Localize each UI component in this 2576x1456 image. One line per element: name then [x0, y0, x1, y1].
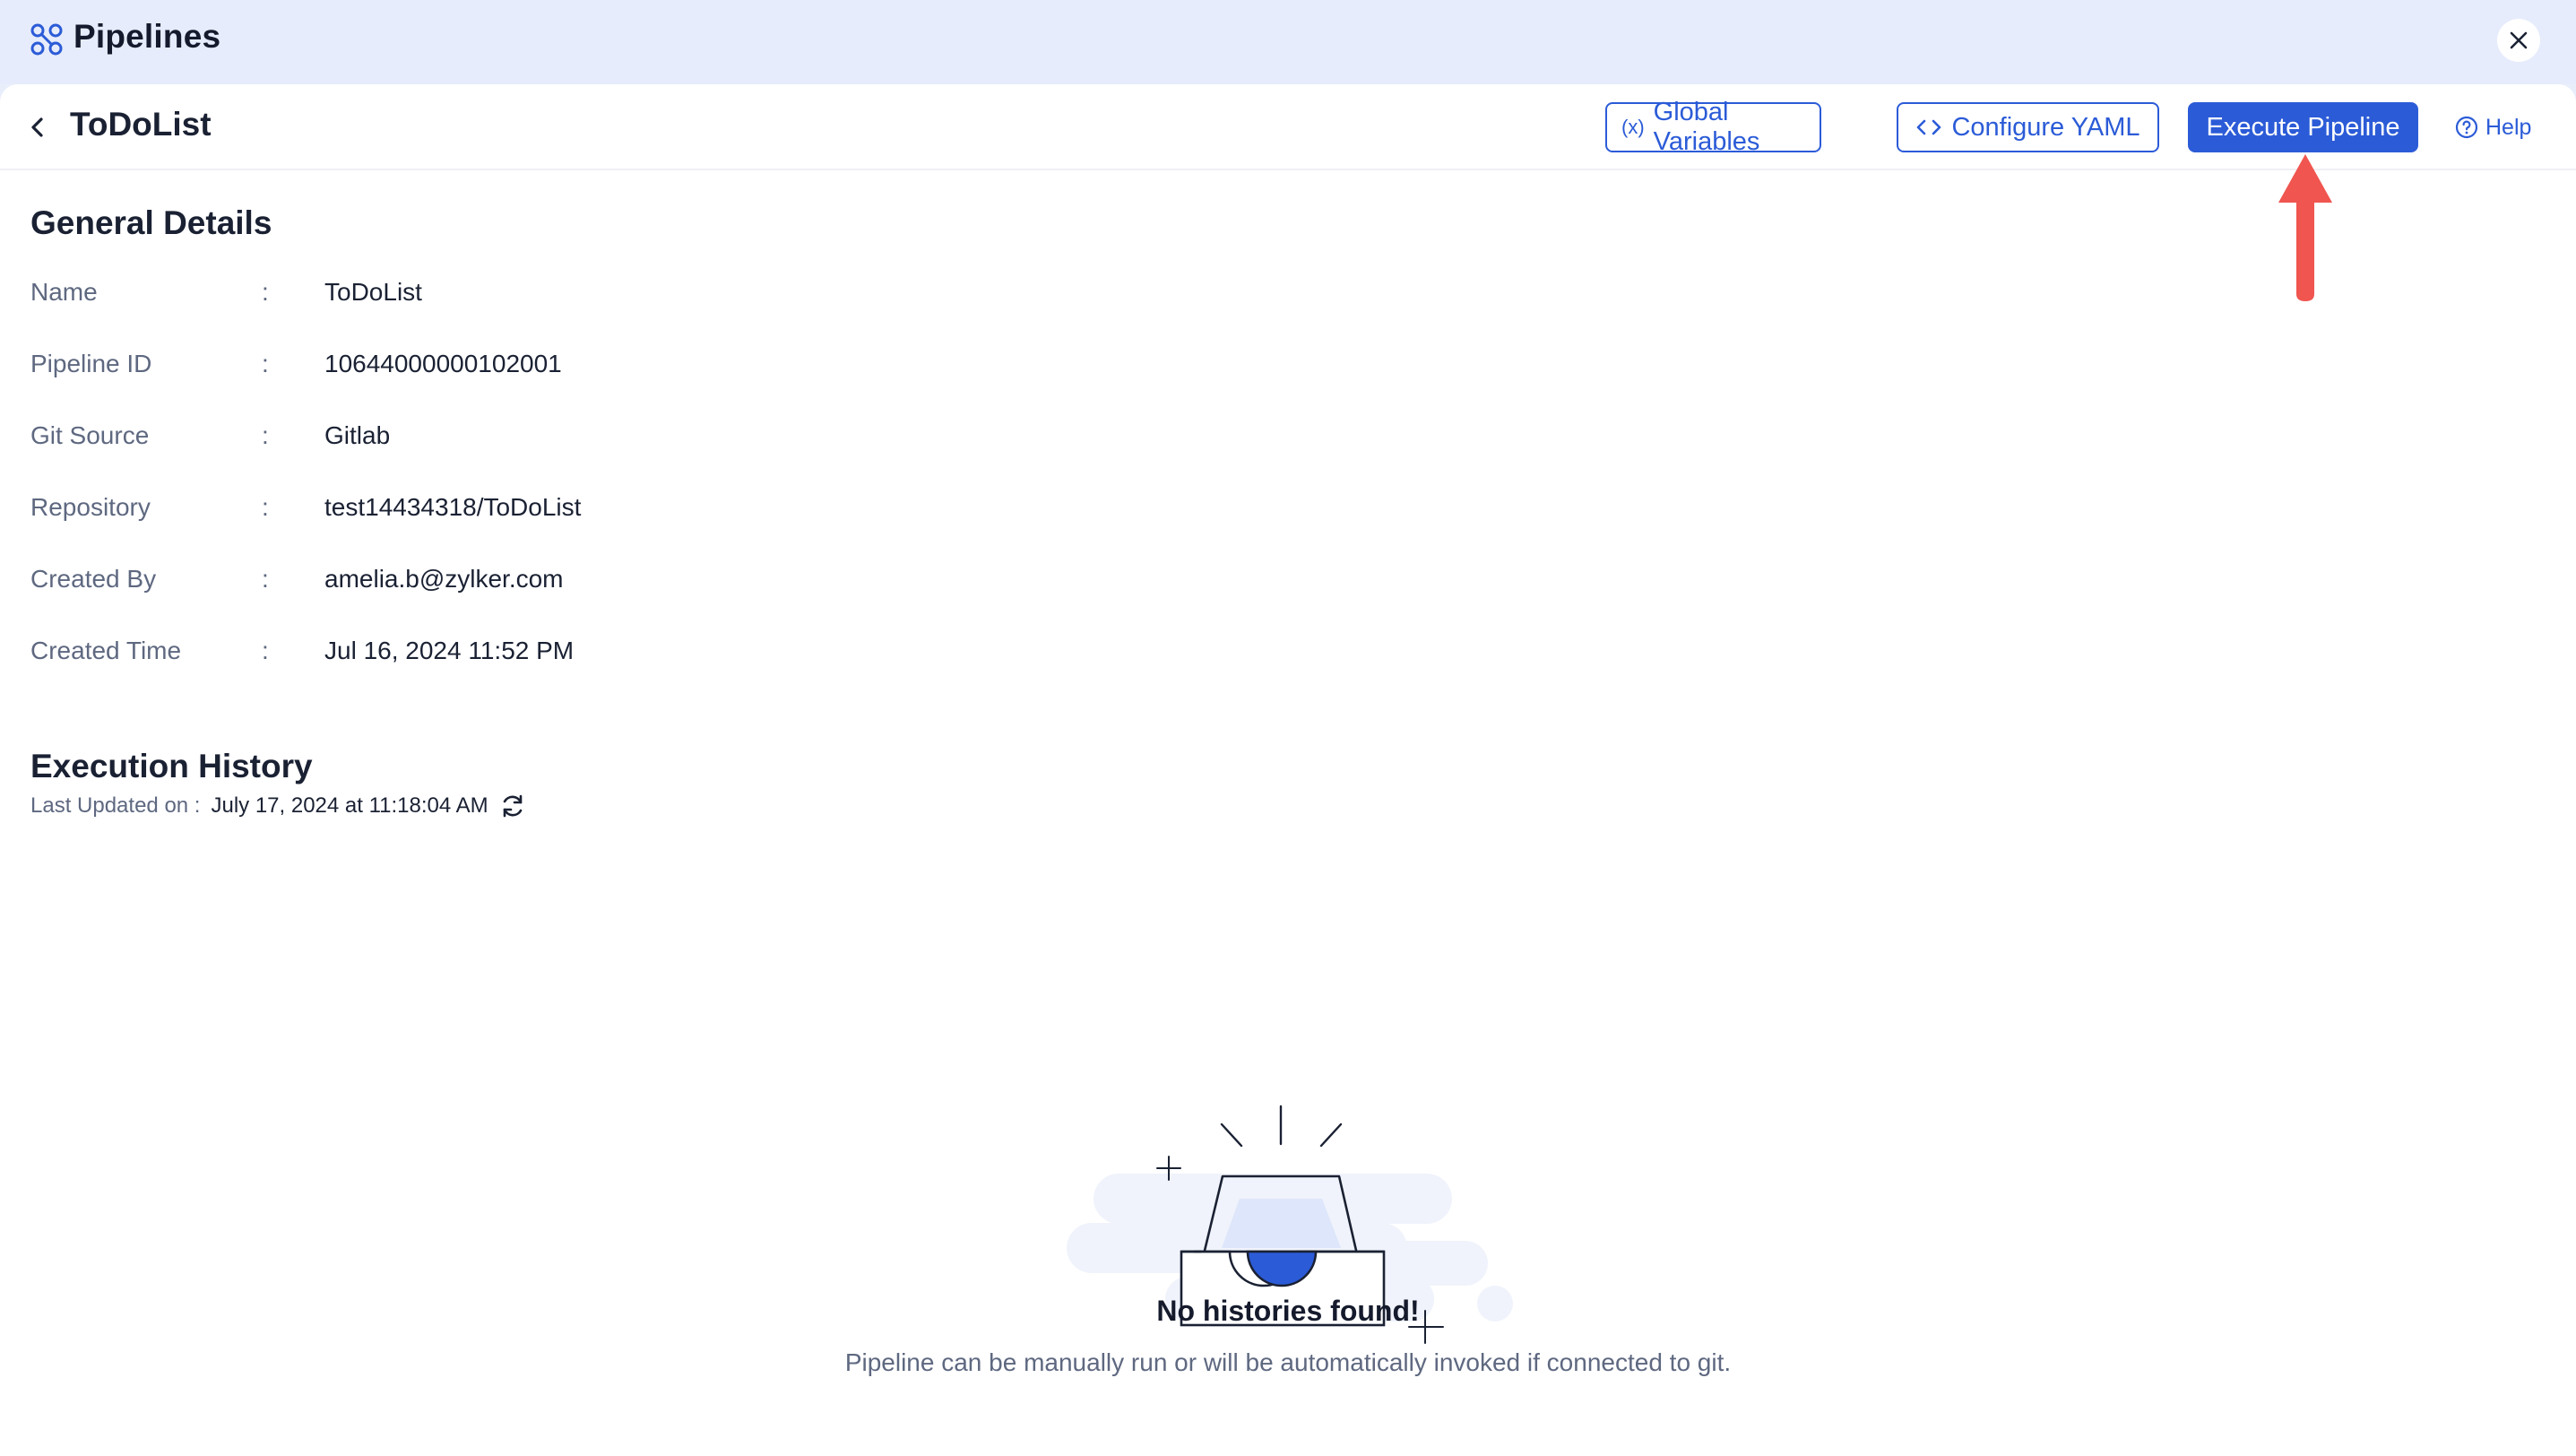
refresh-icon[interactable]: [499, 793, 526, 819]
global-variables-button[interactable]: (x) Global Variables: [1605, 98, 1821, 156]
detail-value: Gitlab: [324, 421, 391, 449]
execution-history-title: Execution History: [30, 748, 313, 784]
detail-colon: :: [262, 350, 269, 377]
detail-label: Name: [30, 278, 98, 306]
pipelines-icon: [30, 23, 63, 56]
close-button[interactable]: [2497, 19, 2540, 62]
help-label: Help: [2485, 114, 2532, 140]
detail-colon: :: [262, 278, 269, 306]
configure-yaml-button[interactable]: Configure YAML: [1897, 102, 2159, 152]
detail-colon: :: [262, 565, 269, 593]
empty-state-title: No histories found!: [1156, 1295, 1420, 1327]
detail-colon: :: [262, 637, 269, 664]
detail-value: ToDoList: [324, 278, 422, 306]
help-circle-icon: [2455, 116, 2478, 139]
general-details-title: General Details: [30, 204, 272, 241]
last-updated-label: Last Updated on :: [30, 793, 201, 818]
detail-row-created-by: Created By : amelia.b@zylker.com: [30, 565, 837, 601]
close-icon: [2510, 31, 2528, 49]
detail-label: Git Source: [30, 421, 150, 449]
page-title: ToDoList: [70, 106, 212, 143]
code-icon: [1917, 119, 1941, 135]
global-variables-label: Global Variables: [1653, 98, 1760, 156]
help-link[interactable]: Help: [2455, 111, 2531, 143]
detail-value: test14434318/ToDoList: [324, 493, 582, 521]
variable-icon: (x): [1621, 116, 1645, 138]
app-bar: Pipelines: [0, 0, 2576, 84]
detail-row-name: Name : ToDoList: [30, 278, 837, 314]
detail-label: Created By: [30, 565, 157, 593]
page-header: ToDoList (x) Global Variables Configure …: [0, 84, 2576, 170]
configure-yaml-label: Configure YAML: [1951, 112, 2140, 142]
detail-colon: :: [262, 421, 269, 449]
detail-value: amelia.b@zylker.com: [324, 565, 564, 593]
empty-state-subtitle: Pipeline can be manually run or will be …: [844, 1348, 1732, 1376]
detail-label: Repository: [30, 493, 151, 521]
annotation-arrow-icon: [2278, 154, 2332, 301]
last-updated-value: July 17, 2024 at 11:18:04 AM: [211, 793, 488, 818]
detail-row-created-time: Created Time : Jul 16, 2024 11:52 PM: [30, 637, 837, 672]
detail-row-pipeline-id: Pipeline ID : 10644000000102001: [30, 350, 837, 386]
main-panel: ToDoList (x) Global Variables Configure …: [0, 84, 2576, 1456]
detail-value: 10644000000102001: [324, 350, 562, 377]
detail-label: Pipeline ID: [30, 350, 152, 377]
detail-label: Created Time: [30, 637, 182, 664]
last-updated: Last Updated on : July 17, 2024 at 11:18…: [30, 793, 526, 819]
detail-row-git-source: Git Source : Gitlab: [30, 421, 837, 457]
chevron-left-icon[interactable]: [25, 115, 50, 140]
app-title: Pipelines: [73, 18, 221, 55]
execute-pipeline-button[interactable]: Execute Pipeline: [2188, 102, 2418, 152]
detail-colon: :: [262, 493, 269, 521]
detail-row-repository: Repository : test14434318/ToDoList: [30, 493, 837, 529]
detail-value: Jul 16, 2024 11:52 PM: [324, 637, 575, 664]
